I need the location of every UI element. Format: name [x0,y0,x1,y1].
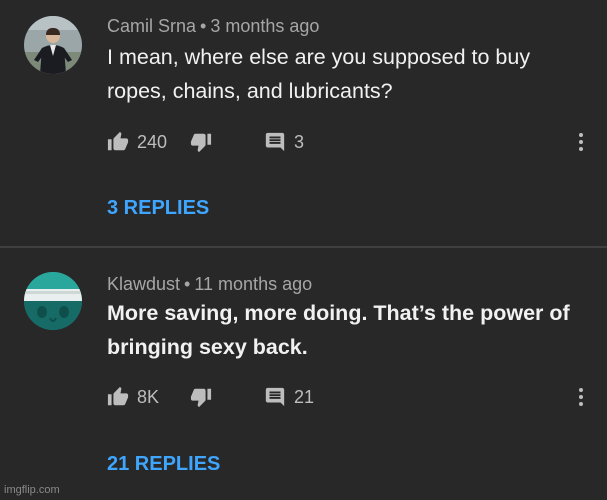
comment-timestamp[interactable]: 11 months ago [194,274,312,294]
comment-icon [265,387,285,407]
view-replies-link[interactable]: 3 REPLIES [107,197,209,220]
thumb-up-icon [107,131,129,151]
comment-text: I mean, where else are you supposed to b… [107,40,587,108]
like-button[interactable]: 8K [107,385,159,409]
comment: Klawdust • 11 months ago More saving, more… [0,248,607,500]
person-in-suit-avatar-icon [24,16,82,74]
comment-meta: Camil Srna • 3 months ago [107,16,319,37]
reply-count: 3 [294,131,305,152]
comment-actions: 240 3 [107,130,587,154]
watermark: imgflip.com [4,484,60,496]
comment-text-line: I mean, where else are you supposed to b… [107,45,531,69]
comment-actions: 8K 21 [107,385,587,409]
comment: Camil Srna • 3 months ago I mean, where el… [0,0,607,246]
more-vertical-icon [579,133,583,151]
thumb-down-icon [190,388,212,408]
author-name[interactable]: Klawdust [107,274,180,294]
more-options-button[interactable] [573,130,589,154]
dislike-button[interactable] [190,130,212,154]
like-count: 240 [137,131,168,152]
comment-text-line: More saving, more doing. That’s the powe… [107,301,570,325]
reply-count: 21 [294,386,315,407]
more-vertical-icon [579,388,583,406]
reply-button[interactable]: 3 [264,130,304,154]
comment-meta: Klawdust • 11 months ago [107,274,312,295]
avatar[interactable] [24,272,82,330]
comment-timestamp[interactable]: 3 months ago [210,16,319,36]
like-count: 8K [137,386,160,407]
bandaged-face-avatar-icon [24,272,82,330]
comment-text-line: bringing sexy back. [107,335,308,359]
reply-button[interactable]: 21 [264,385,314,409]
comment-text-line: ropes, chains, and lubricants? [107,79,393,103]
author-name[interactable]: Camil Srna [107,16,196,36]
meta-separator: • [200,16,207,36]
meta-separator: • [184,274,191,294]
thumb-up-icon [107,386,129,406]
thumb-down-icon [190,133,212,153]
avatar[interactable] [24,16,82,74]
comment-text: More saving, more doing. That’s the powe… [107,296,587,364]
comment-icon [265,132,285,152]
like-button[interactable]: 240 [107,130,167,154]
more-options-button[interactable] [573,385,589,409]
view-replies-link[interactable]: 21 REPLIES [107,453,220,476]
dislike-button[interactable] [190,385,212,409]
